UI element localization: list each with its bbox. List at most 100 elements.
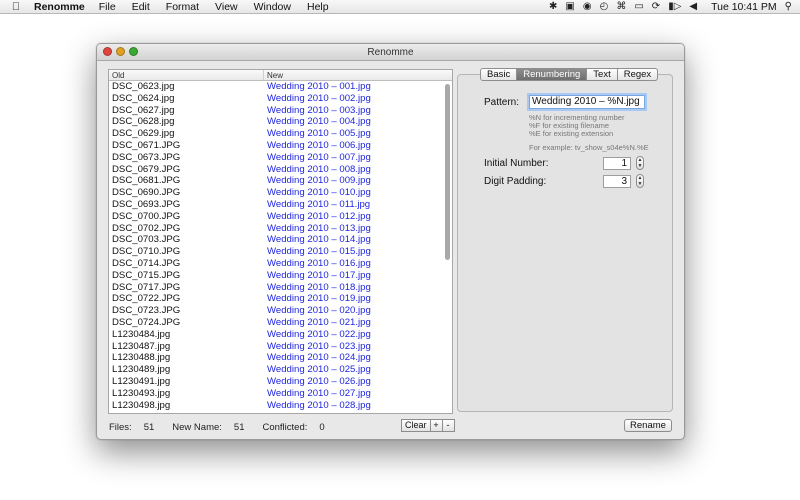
table-row[interactable]: DSC_0723.JPG Wedding 2010 – 020.jpg	[109, 305, 452, 317]
column-header-old[interactable]: Old	[109, 70, 264, 80]
table-row[interactable]: DSC_0724.JPG Wedding 2010 – 021.jpg	[109, 317, 452, 329]
sync-icon[interactable]: ⟳	[652, 1, 660, 13]
new-filename-cell: Wedding 2010 – 014.jpg	[267, 234, 371, 246]
apple-menu-icon[interactable]: 	[6, 1, 26, 13]
new-filename-cell: Wedding 2010 – 011.jpg	[267, 198, 371, 210]
table-row[interactable]: DSC_0671.JPG Wedding 2010 – 006.jpg	[109, 140, 452, 152]
conflicted-count-value: 0	[319, 421, 325, 433]
old-filename-cell: DSC_0702.JPG	[112, 222, 181, 234]
clear-button[interactable]: Clear	[401, 419, 431, 432]
initial-number-stepper[interactable]: ▲ ▼	[636, 156, 644, 170]
old-filename-cell: DSC_0723.JPG	[112, 305, 181, 317]
new-filename-cell: Wedding 2010 – 003.jpg	[267, 104, 371, 116]
menu-file[interactable]: File	[99, 1, 116, 13]
table-row[interactable]: DSC_0703.JPG Wedding 2010 – 014.jpg	[109, 234, 452, 246]
menu-view[interactable]: View	[215, 1, 238, 13]
table-row[interactable]: DSC_0717.JPG Wedding 2010 – 018.jpg	[109, 282, 452, 294]
table-row[interactable]: DSC_0710.JPG Wedding 2010 – 015.jpg	[109, 246, 452, 258]
table-row[interactable]: L1230491.jpg Wedding 2010 – 026.jpg	[109, 376, 452, 388]
dropbox-icon[interactable]: ◉	[583, 1, 592, 13]
menu-window[interactable]: Window	[254, 1, 291, 13]
battery-icon[interactable]: ▮▷	[668, 1, 681, 13]
menu-help[interactable]: Help	[307, 1, 329, 13]
new-filename-cell: Wedding 2010 – 023.jpg	[267, 340, 371, 352]
rename-button[interactable]: Rename	[624, 419, 672, 432]
tab-renumbering[interactable]: Renumbering	[517, 68, 588, 81]
old-filename-cell: DSC_0690.JPG	[112, 187, 181, 199]
remove-files-button[interactable]: -	[442, 419, 455, 432]
table-row[interactable]: L1230488.jpg Wedding 2010 – 024.jpg	[109, 352, 452, 364]
table-row[interactable]: L1230489.jpg Wedding 2010 – 025.jpg	[109, 364, 452, 376]
help-example: For example: tv_show_s04e%N.%E	[529, 143, 649, 152]
table-row[interactable]: DSC_0679.JPG Wedding 2010 – 008.jpg	[109, 164, 452, 176]
new-filename-cell: Wedding 2010 – 020.jpg	[267, 305, 371, 317]
table-scrollbar[interactable]	[444, 82, 451, 413]
status-bar: Files: 51 New Name: 51 Conflicted: 0	[109, 420, 343, 434]
pattern-input[interactable]: Wedding 2010 – %N.jpg	[529, 95, 645, 109]
list-buttons: Clear + -	[401, 419, 455, 432]
old-filename-cell: DSC_0628.jpg	[112, 116, 175, 128]
initial-number-field[interactable]: 1	[603, 157, 631, 170]
table-row[interactable]: DSC_0629.jpg Wedding 2010 – 005.jpg	[109, 128, 452, 140]
new-filename-cell: Wedding 2010 – 012.jpg	[267, 210, 371, 222]
table-row[interactable]: DSC_0681.JPG Wedding 2010 – 009.jpg	[109, 175, 452, 187]
old-filename-cell: L1230498.jpg	[112, 399, 171, 411]
new-filename-cell: Wedding 2010 – 005.jpg	[267, 128, 371, 140]
old-filename-cell: L1230487.jpg	[112, 340, 171, 352]
digit-padding-field[interactable]: 3	[603, 175, 631, 188]
bluetooth-icon[interactable]: ✱	[549, 1, 557, 13]
time-machine-icon[interactable]: ◴	[600, 1, 609, 13]
table-row[interactable]: DSC_0693.JPG Wedding 2010 – 011.jpg	[109, 199, 452, 211]
table-row[interactable]: DSC_0714.JPG Wedding 2010 – 016.jpg	[109, 258, 452, 270]
files-count-label: Files:	[109, 421, 132, 433]
table-row[interactable]: DSC_0623.jpg Wedding 2010 – 001.jpg	[109, 81, 452, 93]
table-row[interactable]: L1230484.jpg Wedding 2010 – 022.jpg	[109, 329, 452, 341]
table-row[interactable]: DSC_0624.jpg Wedding 2010 – 002.jpg	[109, 93, 452, 105]
tab-regex[interactable]: Regex	[617, 68, 659, 81]
new-filename-cell: Wedding 2010 – 013.jpg	[267, 222, 371, 234]
app-menu[interactable]: Renomme	[34, 1, 85, 13]
new-filename-cell: Wedding 2010 – 028.jpg	[267, 399, 371, 411]
digit-padding-stepper[interactable]: ▲ ▼	[636, 174, 644, 188]
new-filename-cell: Wedding 2010 – 001.jpg	[267, 81, 371, 92]
table-row[interactable]: DSC_0627.jpg Wedding 2010 – 003.jpg	[109, 105, 452, 117]
old-filename-cell: L1230493.jpg	[112, 387, 171, 399]
new-filename-cell: Wedding 2010 – 004.jpg	[267, 116, 371, 128]
wifi-icon[interactable]: ⌘	[616, 1, 626, 13]
table-row[interactable]: L1230487.jpg Wedding 2010 – 023.jpg	[109, 341, 452, 353]
initial-number-label: Initial Number:	[484, 158, 549, 169]
table-row[interactable]: L1230498.jpg Wedding 2010 – 028.jpg	[109, 400, 452, 412]
close-window-button[interactable]	[103, 47, 112, 56]
new-filename-cell: Wedding 2010 – 009.jpg	[267, 175, 371, 187]
scrollbar-thumb[interactable]	[445, 84, 450, 260]
new-name-count-label: New Name:	[172, 421, 222, 433]
old-filename-cell: DSC_0710.JPG	[112, 246, 181, 258]
tab-text[interactable]: Text	[587, 68, 618, 81]
spotlight-search-icon[interactable]: ⚲	[785, 1, 792, 13]
table-row[interactable]: DSC_0628.jpg Wedding 2010 – 004.jpg	[109, 116, 452, 128]
column-header-new[interactable]: New	[264, 70, 452, 80]
table-row[interactable]: L1230493.jpg Wedding 2010 – 027.jpg	[109, 388, 452, 400]
menu-clock[interactable]: Tue 10:41 PM	[711, 1, 777, 13]
display-icon[interactable]: ▭	[634, 1, 643, 13]
window-titlebar[interactable]: Renomme	[97, 44, 684, 61]
add-files-button[interactable]: +	[430, 419, 443, 432]
table-row[interactable]: DSC_0673.JPG Wedding 2010 – 007.jpg	[109, 152, 452, 164]
menu-format[interactable]: Format	[166, 1, 199, 13]
table-body: DSC_0623.jpg Wedding 2010 – 001.jpg DSC_06…	[109, 81, 452, 411]
table-row[interactable]: DSC_0722.JPG Wedding 2010 – 019.jpg	[109, 293, 452, 305]
table-row[interactable]: DSC_0700.JPG Wedding 2010 – 012.jpg	[109, 211, 452, 223]
table-row[interactable]: DSC_0690.JPG Wedding 2010 – 010.jpg	[109, 187, 452, 199]
zoom-window-button[interactable]	[129, 47, 138, 56]
volume-icon[interactable]: ◀	[689, 1, 697, 13]
table-row[interactable]: DSC_0715.JPG Wedding 2010 – 017.jpg	[109, 270, 452, 282]
lock-icon[interactable]: ▣	[565, 1, 574, 13]
file-table[interactable]: Old New DSC_0623.jpg Wedding 2010 – 001.j…	[108, 69, 453, 414]
old-filename-cell: DSC_0703.JPG	[112, 234, 181, 246]
menu-edit[interactable]: Edit	[132, 1, 150, 13]
old-filename-cell: DSC_0673.JPG	[112, 151, 181, 163]
table-row[interactable]: DSC_0702.JPG Wedding 2010 – 013.jpg	[109, 223, 452, 235]
minimize-window-button[interactable]	[116, 47, 125, 56]
tab-basic[interactable]: Basic	[480, 68, 518, 81]
new-filename-cell: Wedding 2010 – 002.jpg	[267, 92, 371, 104]
